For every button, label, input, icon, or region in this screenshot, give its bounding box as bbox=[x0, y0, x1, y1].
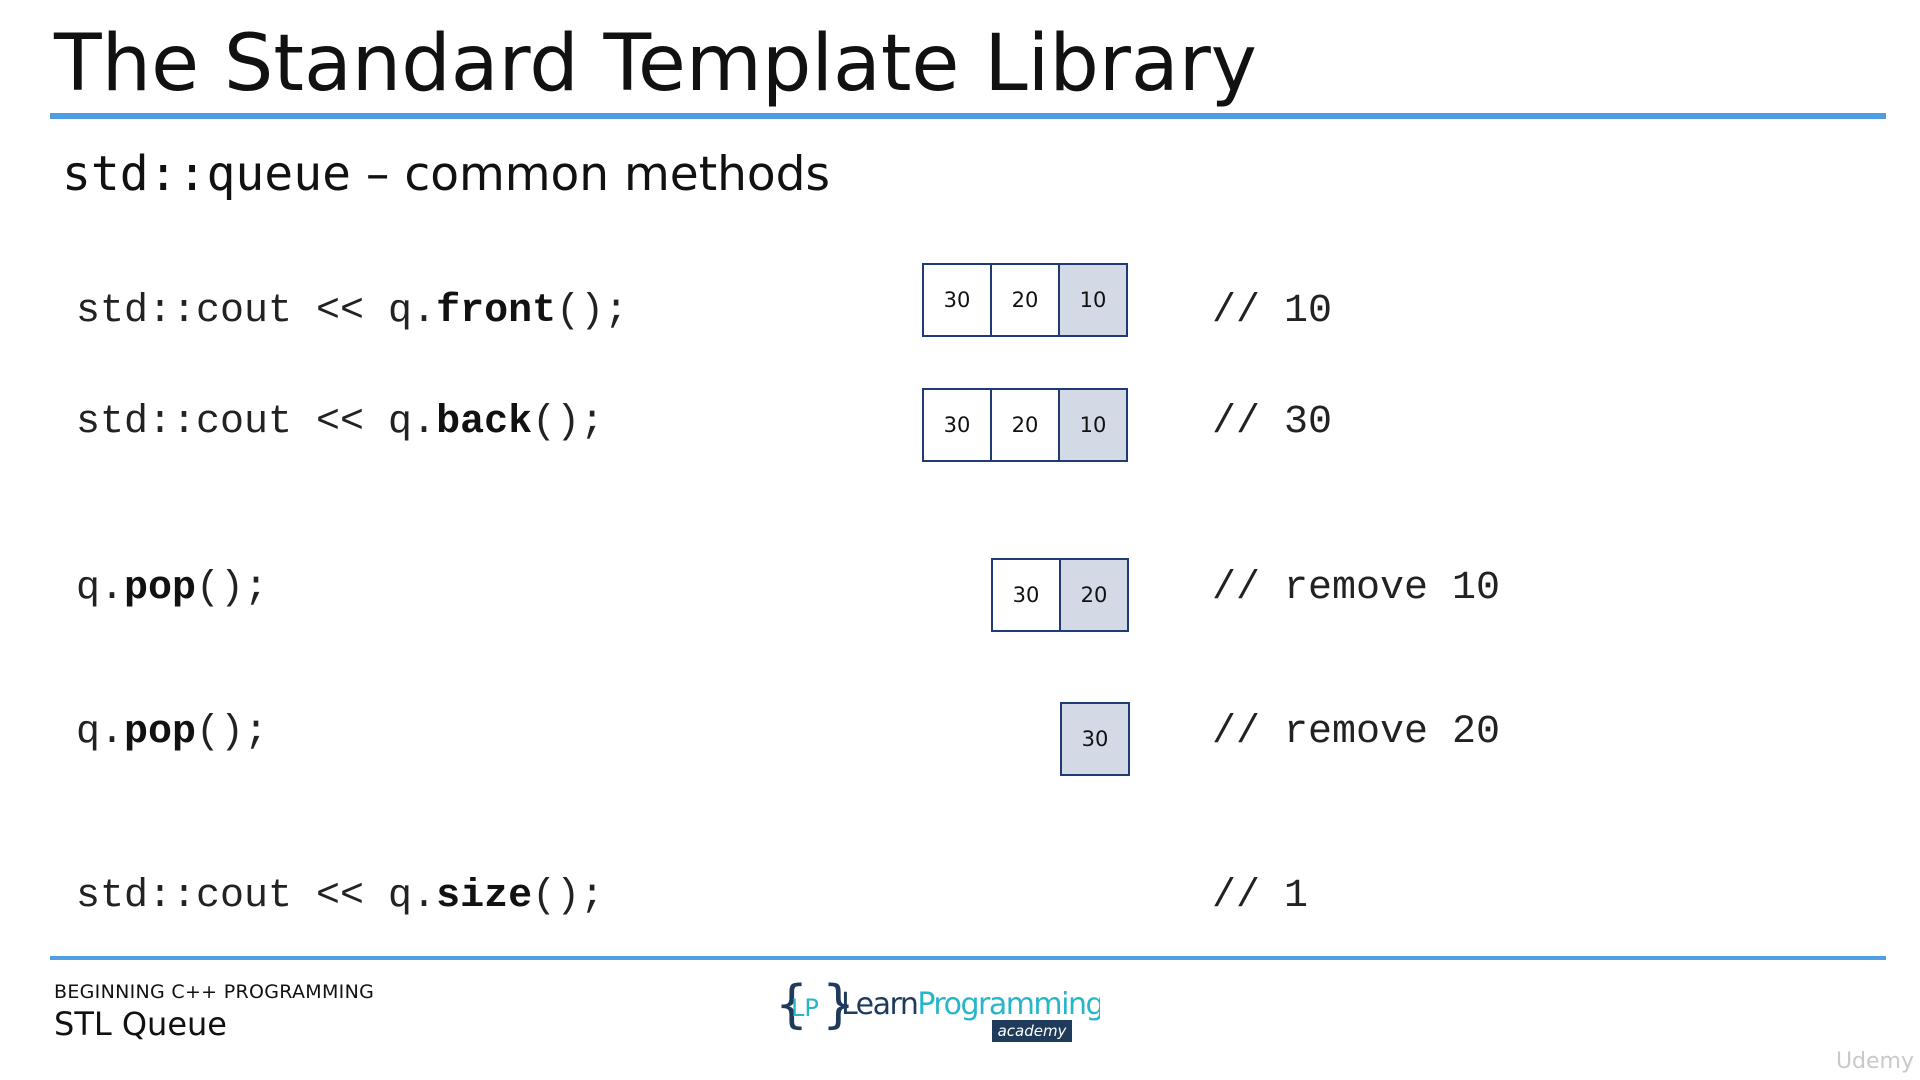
footer-divider bbox=[50, 956, 1886, 960]
code-suffix: (); bbox=[532, 874, 605, 919]
title-divider bbox=[50, 113, 1886, 119]
slide-subtitle: std::queue – common methods bbox=[62, 142, 830, 207]
code-line-front: std::cout << q.front(); bbox=[76, 287, 628, 337]
queue-cell-front: 10 bbox=[1060, 263, 1128, 337]
comment-pop-1: // remove 10 bbox=[1212, 566, 1501, 611]
comment-size: // 1 bbox=[1212, 874, 1309, 919]
code-prefix: q. bbox=[76, 710, 125, 755]
queue-diagram-pop-1: 30 20 bbox=[991, 558, 1129, 632]
queue-cell: 30 bbox=[922, 263, 992, 337]
code-line-pop-1: q.pop(); bbox=[76, 564, 268, 614]
queue-cell: 20 bbox=[992, 263, 1060, 337]
subtitle-text: – common methods bbox=[350, 147, 831, 202]
queue-cell: 20 bbox=[992, 388, 1060, 462]
queue-diagram-pop-2: 30 bbox=[1060, 702, 1130, 776]
queue-cell-front: 10 bbox=[1060, 388, 1128, 462]
code-suffix: (); bbox=[556, 289, 629, 334]
code-method: size bbox=[436, 874, 533, 919]
queue-cell-front: 20 bbox=[1061, 558, 1129, 632]
footer-course-name: BEGINNING C++ PROGRAMMING bbox=[54, 981, 375, 1003]
code-prefix: q. bbox=[76, 566, 125, 611]
code-prefix: std::cout << q. bbox=[76, 874, 437, 919]
comment-back: // 30 bbox=[1212, 400, 1333, 445]
code-line-pop-2: q.pop(); bbox=[76, 708, 268, 758]
queue-diagram-back: 30 20 10 bbox=[922, 388, 1128, 462]
code-method: front bbox=[436, 289, 557, 334]
code-prefix: std::cout << q. bbox=[76, 289, 437, 334]
code-suffix: (); bbox=[196, 710, 269, 755]
code-suffix: (); bbox=[196, 566, 269, 611]
comment-pop-2: // remove 20 bbox=[1212, 710, 1501, 755]
slide-title: The Standard Template Library bbox=[54, 19, 1257, 109]
code-suffix: (); bbox=[532, 400, 605, 445]
queue-cell: 30 bbox=[991, 558, 1061, 632]
subtitle-code: std::queue bbox=[62, 146, 351, 202]
footer-topic: STL Queue bbox=[54, 1005, 227, 1043]
udemy-watermark: Udemy bbox=[1835, 1049, 1914, 1074]
code-method: pop bbox=[124, 566, 197, 611]
queue-diagram-front: 30 20 10 bbox=[922, 263, 1128, 337]
learnprogramming-logo: { LP } LearnProgramming academy bbox=[775, 976, 1100, 1042]
logo-badge: academy bbox=[998, 1022, 1068, 1040]
code-line-size: std::cout << q.size(); bbox=[76, 872, 604, 922]
comment-front: // 10 bbox=[1212, 289, 1333, 334]
code-prefix: std::cout << q. bbox=[76, 400, 437, 445]
queue-cell-front: 30 bbox=[1060, 702, 1130, 776]
code-method: pop bbox=[124, 710, 197, 755]
code-method: back bbox=[436, 400, 533, 445]
code-line-back: std::cout << q.back(); bbox=[76, 398, 604, 448]
queue-cell: 30 bbox=[922, 388, 992, 462]
svg-text:LP: LP bbox=[791, 994, 819, 1022]
logo-name: LearnProgramming bbox=[841, 987, 1100, 1022]
